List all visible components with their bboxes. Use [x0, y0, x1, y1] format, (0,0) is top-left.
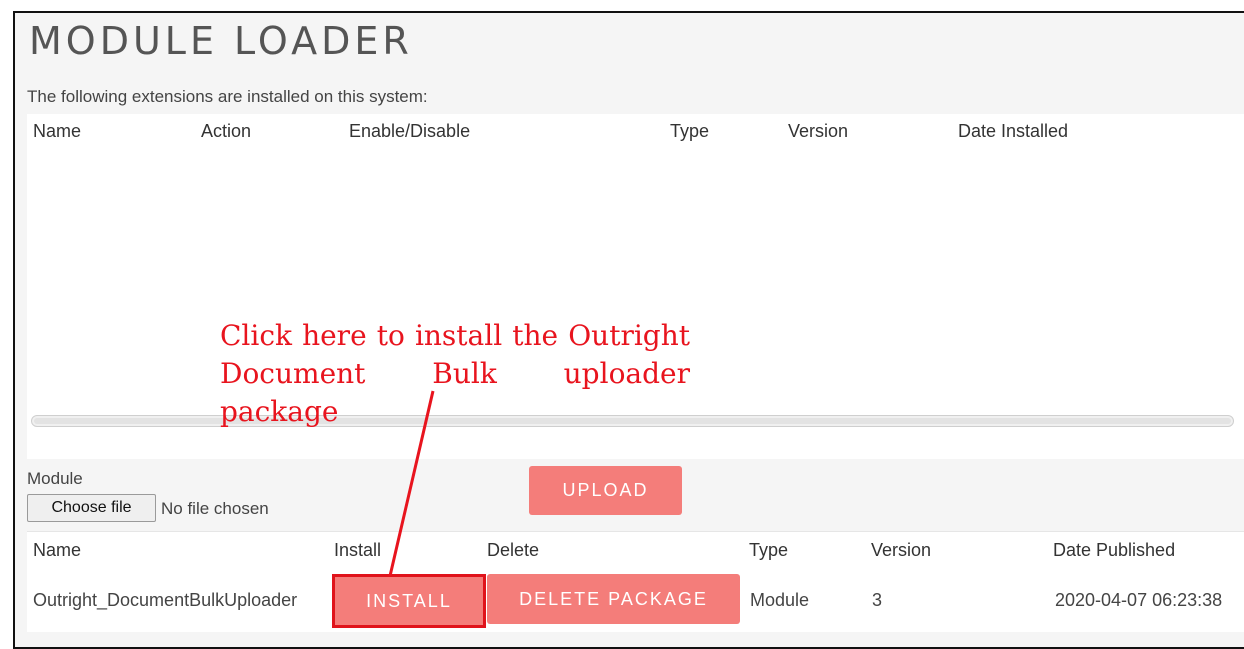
package-version: 3 [872, 590, 883, 610]
choose-file-button[interactable]: Choose file [27, 494, 156, 522]
col-header-version: Version [871, 540, 932, 560]
col-header-type: Type [749, 540, 789, 560]
package-name: Outright_DocumentBulkUploader [33, 590, 298, 610]
col-header-action: Action [201, 121, 252, 141]
col-header-date-published: Date Published [1053, 540, 1176, 560]
col-header-type: Type [670, 121, 710, 141]
module-loader-frame: MODULE LOADER The following extensions a… [13, 11, 1244, 649]
upload-button[interactable]: UPLOAD [529, 466, 682, 515]
installed-intro-text: The following extensions are installed o… [27, 87, 428, 106]
col-header-delete: Delete [487, 540, 540, 560]
col-header-name: Name [33, 121, 82, 141]
no-file-chosen-text: No file chosen [161, 499, 269, 518]
col-header-version: Version [788, 121, 849, 141]
col-header-enable-disable: Enable/Disable [349, 121, 471, 141]
packages-table: Name Install Delete Type Version Date Pu… [27, 531, 1244, 632]
col-header-name: Name [33, 540, 82, 560]
col-header-install: Install [334, 540, 382, 560]
module-label: Module [27, 469, 83, 488]
package-type: Module [750, 590, 810, 610]
install-button[interactable]: INSTALL [332, 574, 486, 628]
col-header-date-installed: Date Installed [958, 121, 1069, 141]
install-instruction-annotation: Click here to install the Outright Docum… [220, 319, 690, 428]
package-date-published: 2020-04-07 06:23:38 [1055, 590, 1223, 610]
delete-package-button[interactable]: DELETE PACKAGE [487, 574, 740, 624]
page-title: MODULE LOADER [29, 19, 413, 63]
